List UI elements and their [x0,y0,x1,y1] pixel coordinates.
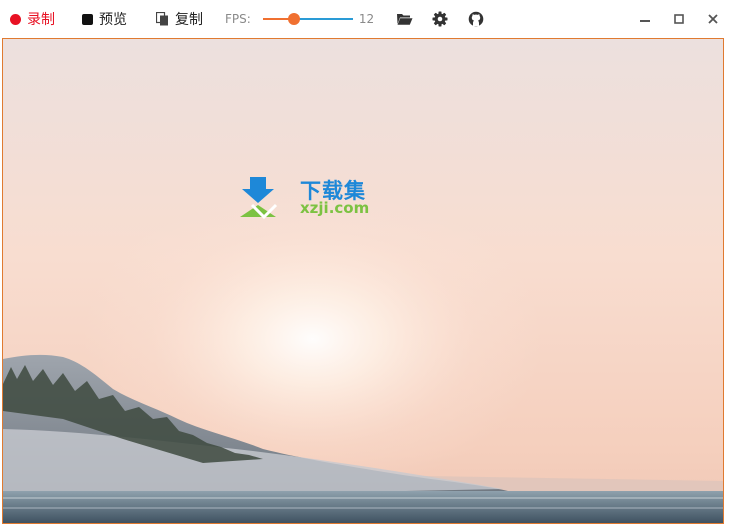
close-icon [708,14,718,24]
folder-open-icon [396,12,413,26]
download-arrow-icon [240,177,278,219]
copy-button[interactable]: 复制 [156,0,203,38]
record-button[interactable]: 录制 [10,0,55,38]
wallpaper-background [3,39,723,523]
gear-icon [432,11,448,27]
fps-slider-thumb[interactable] [288,13,301,25]
maximize-icon [674,14,684,24]
minimize-icon [640,14,650,24]
watermark-url: xzji.com [300,199,370,217]
stop-square-icon [82,13,93,25]
open-folder-button[interactable] [386,0,422,38]
fps-slider[interactable] [262,11,353,27]
toolbar: 录制 预览 复制 FPS: 12 [0,0,730,38]
record-dot-icon [10,13,21,25]
copy-icon [156,12,169,26]
github-button[interactable] [458,0,494,38]
github-icon [468,11,484,27]
maximize-button[interactable] [662,0,696,38]
fps-label: FPS: [225,12,251,26]
close-button[interactable] [696,0,730,38]
window-controls [628,0,730,38]
minimize-button[interactable] [628,0,662,38]
capture-frame[interactable]: 下载集 xzji.com [2,38,724,524]
settings-button[interactable] [422,0,458,38]
watermark-logo: 下载集 xzji.com [238,175,388,219]
record-label: 录制 [27,12,55,28]
preview-button[interactable]: 预览 [82,0,127,38]
fps-value: 12 [358,12,375,26]
copy-label: 复制 [175,12,203,28]
preview-label: 预览 [99,12,127,28]
